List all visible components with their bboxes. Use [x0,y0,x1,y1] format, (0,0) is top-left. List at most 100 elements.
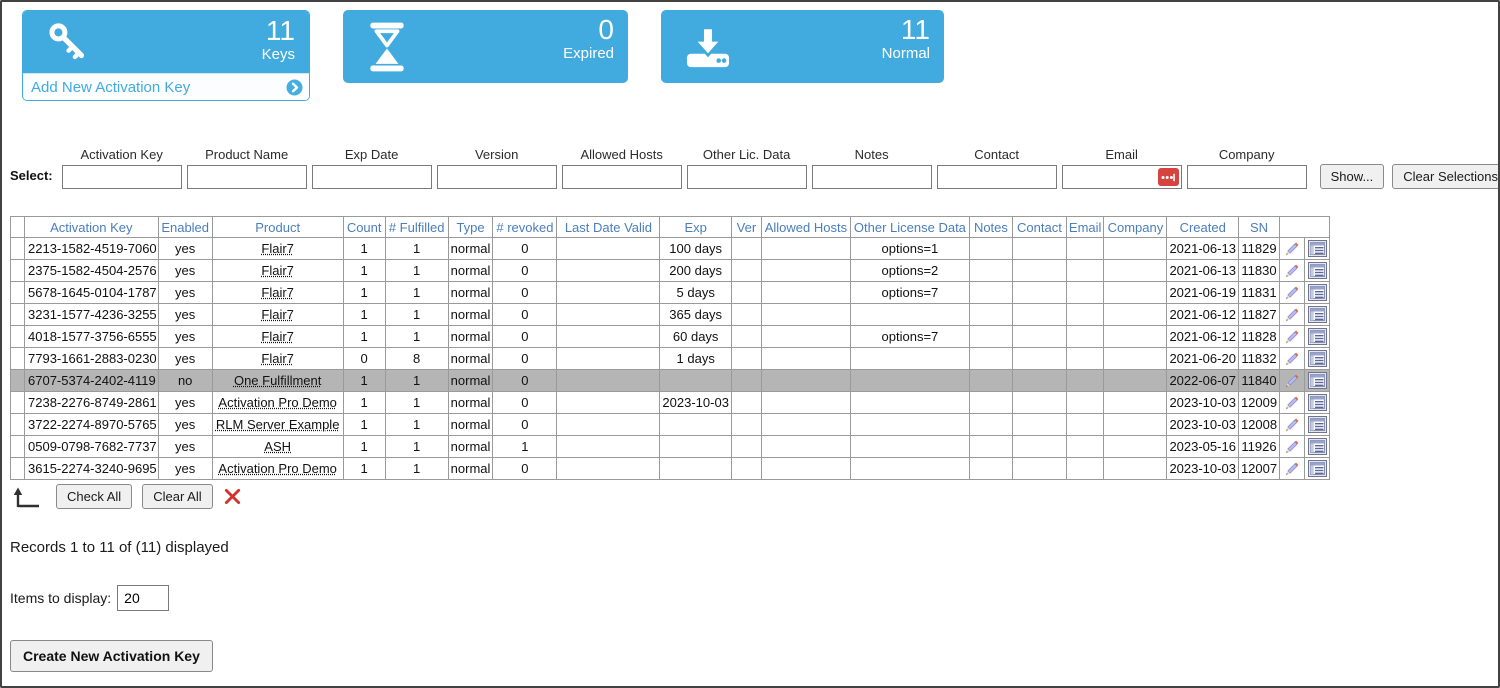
row-select-cell[interactable] [11,414,25,436]
col-header-allowed-hosts[interactable]: Allowed Hosts [761,217,850,238]
edit-pencil-icon[interactable] [1284,328,1301,345]
col-header-other-license-data[interactable]: Other License Data [850,217,969,238]
edit-pencil-icon[interactable] [1284,306,1301,323]
filter-input-product-name[interactable] [187,165,307,189]
col-header-contact[interactable]: Contact [1012,217,1066,238]
row-select-cell[interactable] [11,260,25,282]
row-select-cell[interactable] [11,326,25,348]
edit-pencil-icon[interactable] [1284,438,1301,455]
filter-label-email: Email [1105,147,1138,162]
edit-pencil-icon[interactable] [1284,240,1301,257]
view-details-icon[interactable] [1308,284,1327,301]
col-header-company[interactable]: Company [1104,217,1167,238]
items-to-display-input[interactable] [117,585,169,611]
edit-pencil-icon[interactable] [1284,394,1301,411]
cell-type: normal [448,458,493,480]
edit-pencil-icon[interactable] [1284,350,1301,367]
view-details-icon[interactable] [1308,460,1327,477]
filter-input-other-lic-data[interactable] [687,165,807,189]
col-header-enabled[interactable]: Enabled [158,217,212,238]
cell-product: RLM Server Example [212,414,343,436]
col-header-fulfilled[interactable]: # Fulfilled [385,217,448,238]
row-select-cell[interactable] [11,392,25,414]
arrow-circle-icon[interactable] [286,79,303,96]
product-link[interactable]: ASH [264,439,291,454]
view-details-icon[interactable] [1308,394,1327,411]
product-link[interactable]: Activation Pro Demo [218,461,337,476]
row-select-cell[interactable] [11,282,25,304]
table-row[interactable]: 3231-1577-4236-3255yesFlair711normal0365… [11,304,1330,326]
product-link[interactable]: Flair7 [261,263,294,278]
add-new-activation-key-link[interactable]: Add New Activation Key [23,73,309,100]
expired-count: 0 [563,14,614,45]
filter-input-exp-date[interactable] [312,165,432,189]
col-header-revoked[interactable]: # revoked [493,217,557,238]
table-row[interactable]: 0509-0798-7682-7737yesASH11normal12023-0… [11,436,1330,458]
create-new-activation-key-button[interactable]: Create New Activation Key [10,640,213,672]
product-link[interactable]: RLM Server Example [216,417,340,432]
cell-fulfilled: 1 [385,392,448,414]
delete-x-icon[interactable] [223,487,242,506]
row-select-cell[interactable] [11,458,25,480]
table-row[interactable]: 7238-2276-8749-2861yesActivation Pro Dem… [11,392,1330,414]
table-row[interactable]: 5678-1645-0104-1787yesFlair711normal05 d… [11,282,1330,304]
col-header-last-date-valid[interactable]: Last Date Valid [557,217,660,238]
table-row[interactable]: 2375-1582-4504-2576yesFlair711normal0200… [11,260,1330,282]
filter-input-notes[interactable] [812,165,932,189]
col-header-email[interactable]: Email [1066,217,1104,238]
filter-label-allowed-hosts: Allowed Hosts [580,147,662,162]
col-header-created[interactable]: Created [1167,217,1239,238]
autofill-icon[interactable] [1158,168,1179,186]
edit-pencil-icon[interactable] [1284,416,1301,433]
edit-pencil-icon[interactable] [1284,262,1301,279]
filter-input-contact[interactable] [937,165,1057,189]
product-link[interactable]: Flair7 [261,307,294,322]
col-header-exp[interactable]: Exp [660,217,732,238]
table-row[interactable]: 6707-5374-2402-4119noOne Fulfillment11no… [11,370,1330,392]
clear-all-button[interactable]: Clear All [142,484,212,509]
table-row[interactable]: 4018-1577-3756-6555yesFlair711normal060 … [11,326,1330,348]
filter-input-company[interactable] [1187,165,1307,189]
view-details-icon[interactable] [1308,240,1327,257]
view-details-icon[interactable] [1308,416,1327,433]
row-select-cell[interactable] [11,304,25,326]
row-select-cell[interactable] [11,370,25,392]
product-link[interactable]: Flair7 [261,285,294,300]
clear-selections-button[interactable]: Clear Selections [1392,164,1500,189]
cell-company [1104,370,1167,392]
col-header-count[interactable]: Count [343,217,385,238]
table-row[interactable]: 2213-1582-4519-7060yesFlair711normal0100… [11,238,1330,260]
details-cell [1305,238,1330,260]
table-row[interactable]: 3722-2274-8970-5765yesRLM Server Example… [11,414,1330,436]
view-details-icon[interactable] [1308,438,1327,455]
col-header-ver[interactable]: Ver [731,217,761,238]
show-button[interactable]: Show... [1320,164,1385,189]
product-link[interactable]: Activation Pro Demo [218,395,337,410]
edit-pencil-icon[interactable] [1284,284,1301,301]
view-details-icon[interactable] [1308,328,1327,345]
view-details-icon[interactable] [1308,350,1327,367]
row-select-cell[interactable] [11,238,25,260]
view-details-icon[interactable] [1308,262,1327,279]
col-header-notes[interactable]: Notes [969,217,1012,238]
filter-input-version[interactable] [437,165,557,189]
table-row[interactable]: 3615-2274-3240-9695yesActivation Pro Dem… [11,458,1330,480]
row-select-cell[interactable] [11,436,25,458]
col-header-type[interactable]: Type [448,217,493,238]
product-link[interactable]: Flair7 [261,351,294,366]
edit-pencil-icon[interactable] [1284,372,1301,389]
check-all-button[interactable]: Check All [56,484,132,509]
product-link[interactable]: One Fulfillment [234,373,321,388]
col-header-sn[interactable]: SN [1238,217,1279,238]
filter-input-allowed-hosts[interactable] [562,165,682,189]
table-row[interactable]: 7793-1661-2883-0230yesFlair708normal01 d… [11,348,1330,370]
col-header-product[interactable]: Product [212,217,343,238]
product-link[interactable]: Flair7 [261,241,294,256]
col-header-activation-key[interactable]: Activation Key [25,217,159,238]
filter-input-activation-key[interactable] [62,165,182,189]
view-details-icon[interactable] [1308,372,1327,389]
row-select-cell[interactable] [11,348,25,370]
edit-pencil-icon[interactable] [1284,460,1301,477]
view-details-icon[interactable] [1308,306,1327,323]
product-link[interactable]: Flair7 [261,329,294,344]
